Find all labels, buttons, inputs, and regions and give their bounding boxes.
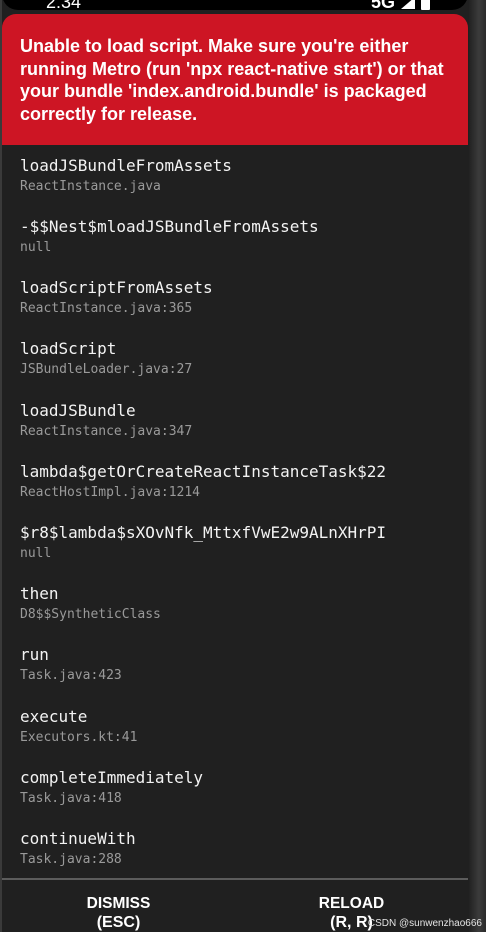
stack-frame[interactable]: loadJSBundle ReactInstance.java:347 <box>20 401 192 441</box>
stack-frame[interactable]: run Task.java:423 <box>20 645 122 685</box>
battery-icon <box>421 0 430 10</box>
frame-method: loadJSBundleFromAssets <box>20 156 232 175</box>
stack-frame[interactable]: -$$Nest$mloadJSBundleFromAssets null <box>20 217 319 257</box>
dismiss-label: DISMISS <box>86 895 151 912</box>
frame-method: lambda$getOrCreateReactInstanceTask$22 <box>20 462 387 481</box>
stack-frame[interactable]: completeImmediately Task.java:418 <box>20 768 203 808</box>
stack-trace-list[interactable]: loadJSBundleFromAssets ReactInstance.jav… <box>2 145 468 880</box>
stack-frame[interactable]: continueWith Task.java:288 <box>20 829 136 869</box>
frame-method: $r8$lambda$sXOvNfk_MttxfVwE2w9ALnXHrPI <box>20 523 387 542</box>
dismiss-shortcut: (ESC) <box>96 914 141 931</box>
frame-method: completeImmediately <box>20 768 204 787</box>
signal-icon <box>401 0 415 9</box>
dismiss-button[interactable]: DISMISS (ESC) <box>2 894 235 932</box>
frame-file: Task.java:288 <box>20 852 122 867</box>
screen: 2:34 5G Unable to load script. Make sure… <box>2 0 468 932</box>
frame-file: ReactInstance.java:347 <box>20 424 193 439</box>
frame-file: JSBundleLoader.java:27 <box>20 362 193 377</box>
reload-label: RELOAD <box>318 895 385 912</box>
network-label: 5G <box>370 0 395 12</box>
status-time: 2:34 <box>46 0 82 12</box>
watermark: CSDN @sunwenzhao666 <box>367 918 482 929</box>
frame-file: Task.java:418 <box>20 791 122 806</box>
frame-method: loadScriptFromAssets <box>20 278 213 297</box>
stack-frame[interactable]: $r8$lambda$sXOvNfk_MttxfVwE2w9ALnXHrPI n… <box>20 523 386 563</box>
error-banner: Unable to load script. Make sure you're … <box>2 14 468 145</box>
frame-method: run <box>20 645 49 664</box>
frame-file: D8$$SyntheticClass <box>20 607 161 622</box>
frame-file: null <box>20 240 52 255</box>
stack-frame[interactable]: loadScript JSBundleLoader.java:27 <box>20 339 192 379</box>
frame-method: -$$Nest$mloadJSBundleFromAssets <box>20 217 319 236</box>
frame-method: execute <box>20 707 88 726</box>
frame-file: ReactInstance.java:365 <box>20 301 193 316</box>
frame-file: ReactHostImpl.java:1214 <box>20 485 201 500</box>
stack-frame[interactable]: lambda$getOrCreateReactInstanceTask$22 R… <box>20 462 386 502</box>
status-indicators: 5G <box>371 0 430 13</box>
frame-file: ReactInstance.java <box>20 179 161 194</box>
frame-method: continueWith <box>20 829 136 848</box>
phone-device: 2:34 5G Unable to load script. Make sure… <box>0 0 486 932</box>
frame-method: then <box>20 584 59 603</box>
stack-frame[interactable]: loadScriptFromAssets ReactInstance.java:… <box>20 278 213 318</box>
device-bezel-right <box>468 0 486 932</box>
stack-frame[interactable]: then D8$$SyntheticClass <box>20 584 161 624</box>
stack-frame[interactable]: execute Executors.kt:41 <box>20 707 137 747</box>
error-message: Unable to load script. Make sure you're … <box>20 36 444 124</box>
stack-frame[interactable]: loadJSBundleFromAssets ReactInstance.jav… <box>20 156 232 196</box>
frame-method: loadScript <box>20 339 117 358</box>
frame-file: Executors.kt:41 <box>20 730 138 745</box>
frame-file: Task.java:423 <box>20 668 122 683</box>
frame-method: loadJSBundle <box>20 401 136 420</box>
frame-file: null <box>20 546 52 561</box>
